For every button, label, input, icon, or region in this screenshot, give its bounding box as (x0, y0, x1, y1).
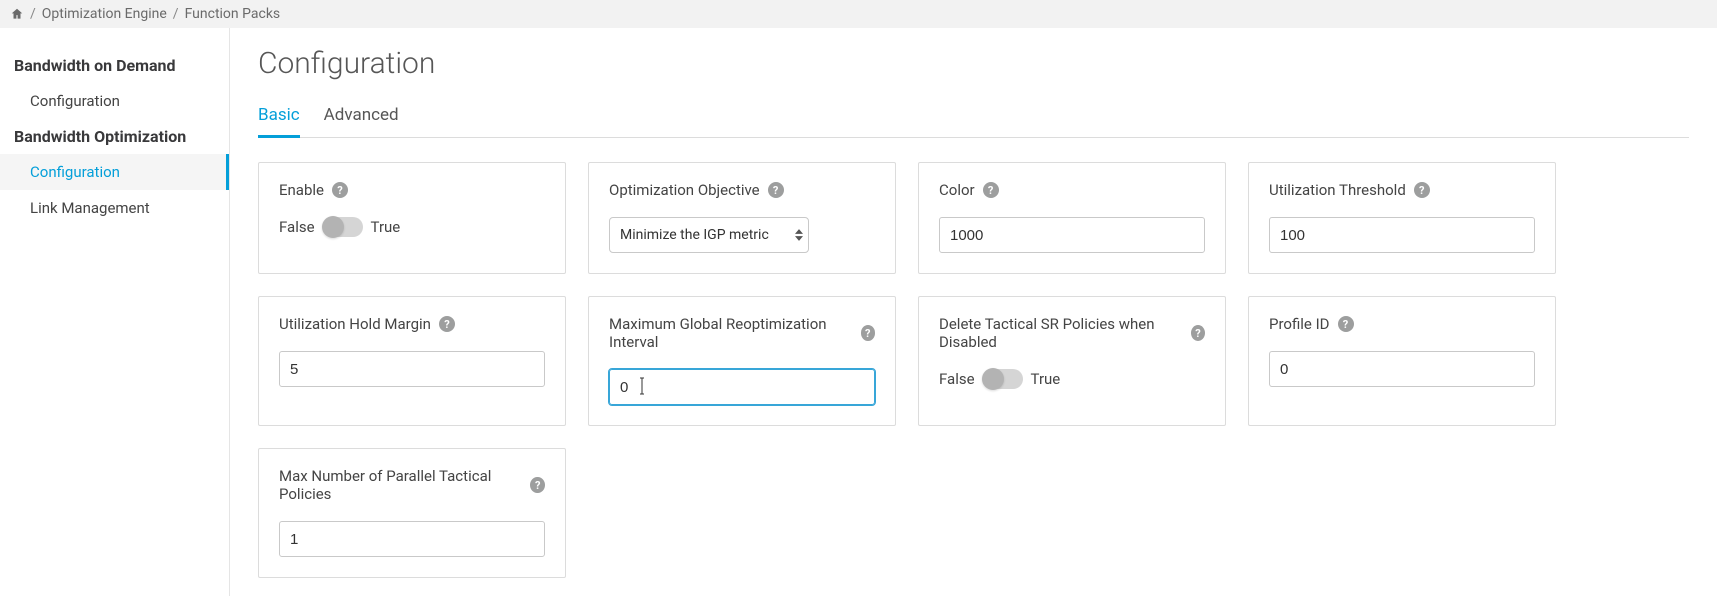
help-icon[interactable]: ? (983, 182, 999, 198)
utilization-threshold-input[interactable] (1269, 217, 1535, 253)
select-arrows-icon (795, 229, 803, 242)
help-icon[interactable]: ? (861, 325, 875, 341)
tab-basic[interactable]: Basic (258, 99, 300, 138)
optimization-objective-selected: Minimize the IGP metric (620, 227, 769, 243)
card-color: Color ? (918, 162, 1226, 274)
card-delete-tactical: Delete Tactical SR Policies when Disable… (918, 296, 1226, 426)
label-max-parallel-tactical: Max Number of Parallel Tactical Policies (279, 467, 522, 503)
home-icon[interactable] (10, 7, 24, 21)
profile-id-input[interactable] (1269, 351, 1535, 387)
breadcrumb-sep: / (30, 6, 36, 22)
label-utilization-hold-margin: Utilization Hold Margin (279, 315, 431, 333)
card-enable: Enable ? False True (258, 162, 566, 274)
toggle-true-label: True (371, 218, 401, 236)
label-optimization-objective: Optimization Objective (609, 181, 760, 199)
max-parallel-tactical-input[interactable] (279, 521, 545, 557)
main: Configuration Basic Advanced Enable ? Fa… (230, 28, 1717, 596)
tabs: Basic Advanced (258, 99, 1689, 138)
breadcrumb-segment-0[interactable]: Optimization Engine (42, 6, 167, 22)
sidebar-item-bo-link-management[interactable]: Link Management (0, 190, 229, 226)
label-enable: Enable (279, 181, 324, 199)
tab-advanced[interactable]: Advanced (324, 99, 399, 137)
card-utilization-hold-margin: Utilization Hold Margin ? (258, 296, 566, 426)
sidebar: Bandwidth on Demand Configuration Bandwi… (0, 28, 230, 596)
card-utilization-threshold: Utilization Threshold ? (1248, 162, 1556, 274)
toggle-false-label: False (939, 370, 975, 388)
label-color: Color (939, 181, 975, 199)
help-icon[interactable]: ? (332, 182, 348, 198)
cards: Enable ? False True Optimization Objecti… (258, 162, 1689, 578)
help-icon[interactable]: ? (1191, 325, 1205, 341)
toggle-false-label: False (279, 218, 315, 236)
toggle-true-label: True (1031, 370, 1061, 388)
help-icon[interactable]: ? (439, 316, 455, 332)
sidebar-group-title-bo: Bandwidth Optimization (0, 119, 229, 154)
sidebar-item-bo-configuration[interactable]: Configuration (0, 154, 229, 190)
label-profile-id: Profile ID (1269, 315, 1330, 333)
optimization-objective-select[interactable]: Minimize the IGP metric (609, 217, 809, 253)
page-title: Configuration (258, 46, 1689, 81)
help-icon[interactable]: ? (1338, 316, 1354, 332)
utilization-hold-margin-input[interactable] (279, 351, 545, 387)
card-max-global-reopt-interval: Maximum Global Reoptimization Interval ? (588, 296, 896, 426)
card-max-parallel-tactical: Max Number of Parallel Tactical Policies… (258, 448, 566, 578)
card-optimization-objective: Optimization Objective ? Minimize the IG… (588, 162, 896, 274)
max-global-reopt-interval-input[interactable] (609, 369, 875, 405)
breadcrumb-sep: / (173, 6, 179, 22)
breadcrumb-segment-1[interactable]: Function Packs (185, 6, 281, 22)
sidebar-group-title-bod: Bandwidth on Demand (0, 48, 229, 83)
label-utilization-threshold: Utilization Threshold (1269, 181, 1406, 199)
help-icon[interactable]: ? (768, 182, 784, 198)
color-input[interactable] (939, 217, 1205, 253)
help-icon[interactable]: ? (530, 477, 545, 493)
sidebar-item-bod-configuration[interactable]: Configuration (0, 83, 229, 119)
card-profile-id: Profile ID ? (1248, 296, 1556, 426)
breadcrumb: / Optimization Engine / Function Packs (0, 0, 1717, 28)
label-max-global-reopt-interval: Maximum Global Reoptimization Interval (609, 315, 853, 351)
help-icon[interactable]: ? (1414, 182, 1430, 198)
label-delete-tactical: Delete Tactical SR Policies when Disable… (939, 315, 1183, 351)
delete-tactical-toggle[interactable] (983, 369, 1023, 389)
enable-toggle[interactable] (323, 217, 363, 237)
